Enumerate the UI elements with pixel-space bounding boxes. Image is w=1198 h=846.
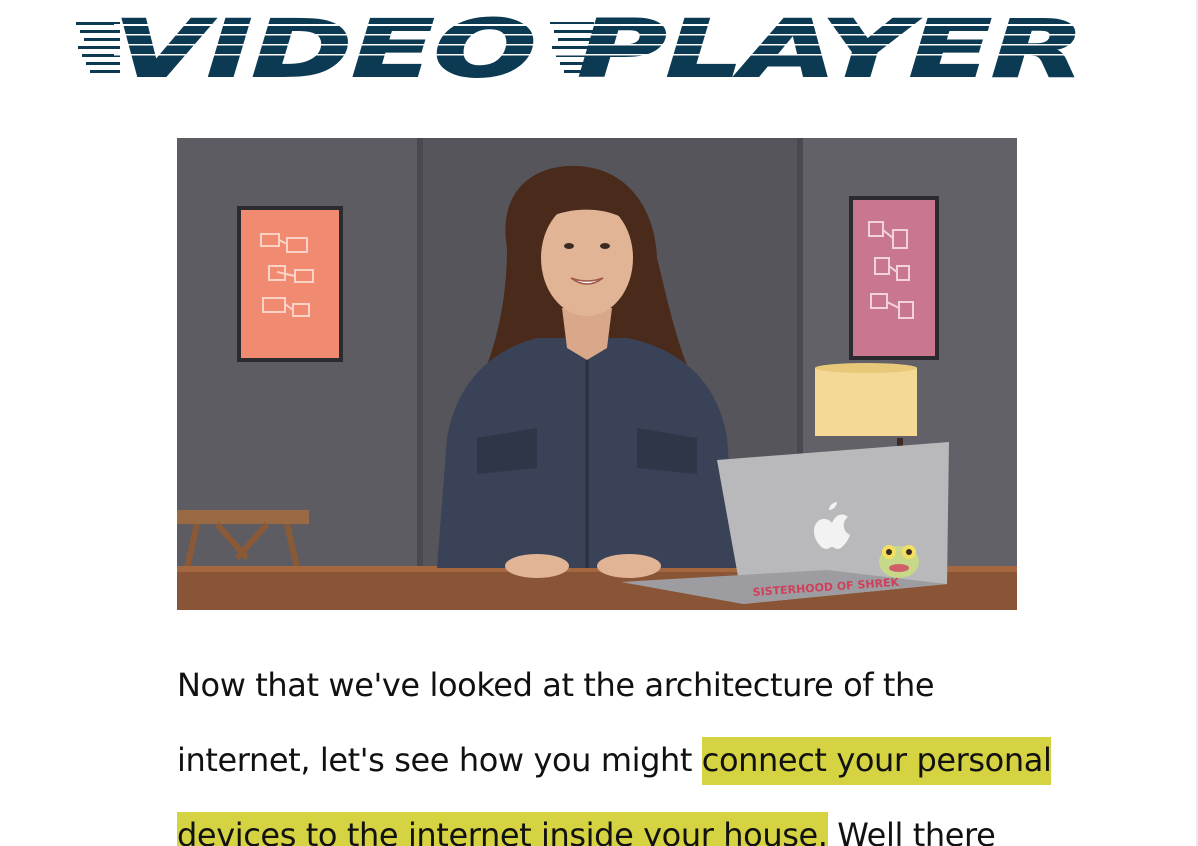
video-frame[interactable]: SISTERHOOD OF SHREK [177,138,1017,610]
page-title: VIDEO PLAYER [74,10,1094,90]
transcript-text: Well there [827,816,996,846]
title-text: VIDEO PLAYER [114,10,1084,90]
frog-sticker-icon [879,545,919,578]
transcript: Now that we've looked at the architectur… [177,648,1052,846]
transcript-line-1: Now that we've looked at the architectur… [177,648,1037,723]
transcript-text: Now that we've looked at the architectur… [177,666,935,704]
left-poster [237,206,343,362]
page: VIDEO PLAYER SISTERHOOD OF SHREK Now tha… [0,0,1198,846]
right-poster [849,196,939,360]
title-graphic: VIDEO PLAYER [76,10,1094,90]
transcript-highlight: connect your personal [701,737,1052,785]
transcript-line-3: devices to the internet inside your hous… [177,798,1037,846]
transcript-highlight: devices to the internet inside your hous… [177,812,828,846]
video-player[interactable]: SISTERHOOD OF SHREK [177,138,1017,610]
transcript-text: internet, let's see how you might [177,741,702,779]
transcript-line-2: internet, let's see how you might connec… [177,723,1052,798]
